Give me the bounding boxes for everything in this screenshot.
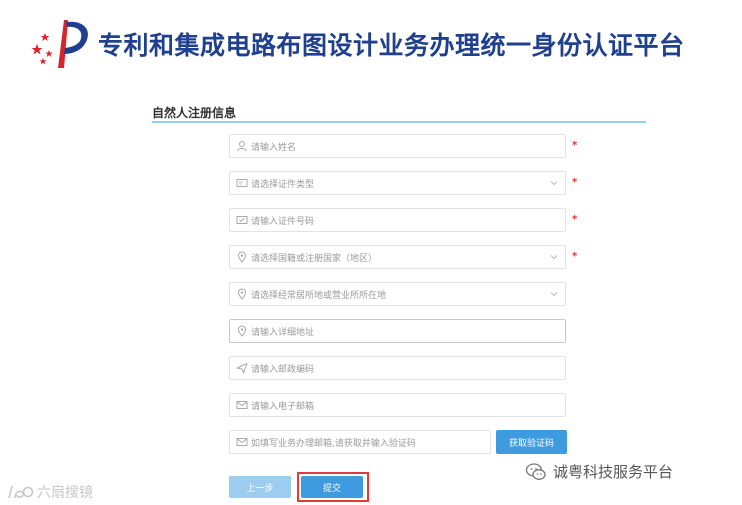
watermark-right-text: 诚粤科技服务平台 (553, 463, 674, 481)
id-type-select[interactable]: 请选择证件类型 (229, 171, 566, 195)
required-mark: * (572, 140, 578, 151)
address-input[interactable]: 请输入详细地址 (229, 319, 566, 343)
watermark-left-text: 六扇搜镜 (37, 485, 93, 501)
location-pin-icon (236, 325, 248, 337)
send-icon (236, 362, 248, 374)
submit-button[interactable]: 提交 (301, 476, 363, 498)
email-input[interactable]: 请输入电子邮箱 (229, 393, 566, 417)
name-input[interactable]: 请输入姓名 (229, 134, 566, 158)
section-divider (152, 121, 646, 123)
get-code-button[interactable]: 获取验证码 (496, 430, 567, 454)
mail-icon (236, 436, 248, 448)
watermark-right: 诚粤科技服务平台 (525, 461, 673, 482)
chevron-down-icon[interactable] (549, 289, 559, 299)
required-mark: * (572, 214, 578, 225)
location-pin-icon (236, 288, 248, 300)
nationality-select[interactable]: 请选择国籍或注册国家（地区） (229, 245, 566, 269)
user-icon (236, 140, 248, 152)
location-pin-icon (236, 251, 248, 263)
site-header: 专利和集成电路布图设计业务办理统一身份认证平台 (0, 0, 742, 90)
section-title: 自然人注册信息 (152, 106, 237, 120)
watermark-logo-icon (8, 485, 34, 499)
address-placeholder: 请输入详细地址 (251, 328, 315, 338)
watermark-left: 六扇搜镜 (6, 482, 93, 502)
cnipa-logo-icon (28, 14, 92, 72)
required-mark: * (572, 251, 578, 262)
nationality-placeholder: 请选择国籍或注册国家（地区） (251, 254, 378, 264)
email-placeholder: 请输入电子邮箱 (251, 402, 315, 412)
name-placeholder: 请输入姓名 (251, 143, 297, 153)
residence-select[interactable]: 请选择经常居所地或营业所所在地 (229, 282, 566, 306)
previous-step-button[interactable]: 上一步 (229, 476, 291, 498)
residence-placeholder: 请选择经常居所地或营业所所在地 (251, 291, 387, 301)
chevron-down-icon[interactable] (549, 178, 559, 188)
verification-code-placeholder: 如填写业务办理邮箱,请获取并输入验证码 (251, 439, 416, 449)
id-card-icon (236, 177, 248, 189)
verification-code-input[interactable]: 如填写业务办理邮箱,请获取并输入验证码 (229, 430, 491, 454)
postcode-input[interactable]: 请输入邮政编码 (229, 356, 566, 380)
chevron-down-icon[interactable] (549, 252, 559, 262)
id-card-icon (236, 214, 248, 226)
postcode-placeholder: 请输入邮政编码 (251, 365, 315, 375)
page-title: 专利和集成电路布图设计业务办理统一身份认证平台 (98, 31, 685, 60)
id-number-input[interactable]: 请输入证件号码 (229, 208, 566, 232)
required-mark: * (572, 177, 578, 188)
mail-icon (236, 399, 248, 411)
id-type-placeholder: 请选择证件类型 (251, 180, 315, 190)
id-number-placeholder: 请输入证件号码 (251, 217, 315, 227)
wechat-icon (525, 462, 546, 480)
